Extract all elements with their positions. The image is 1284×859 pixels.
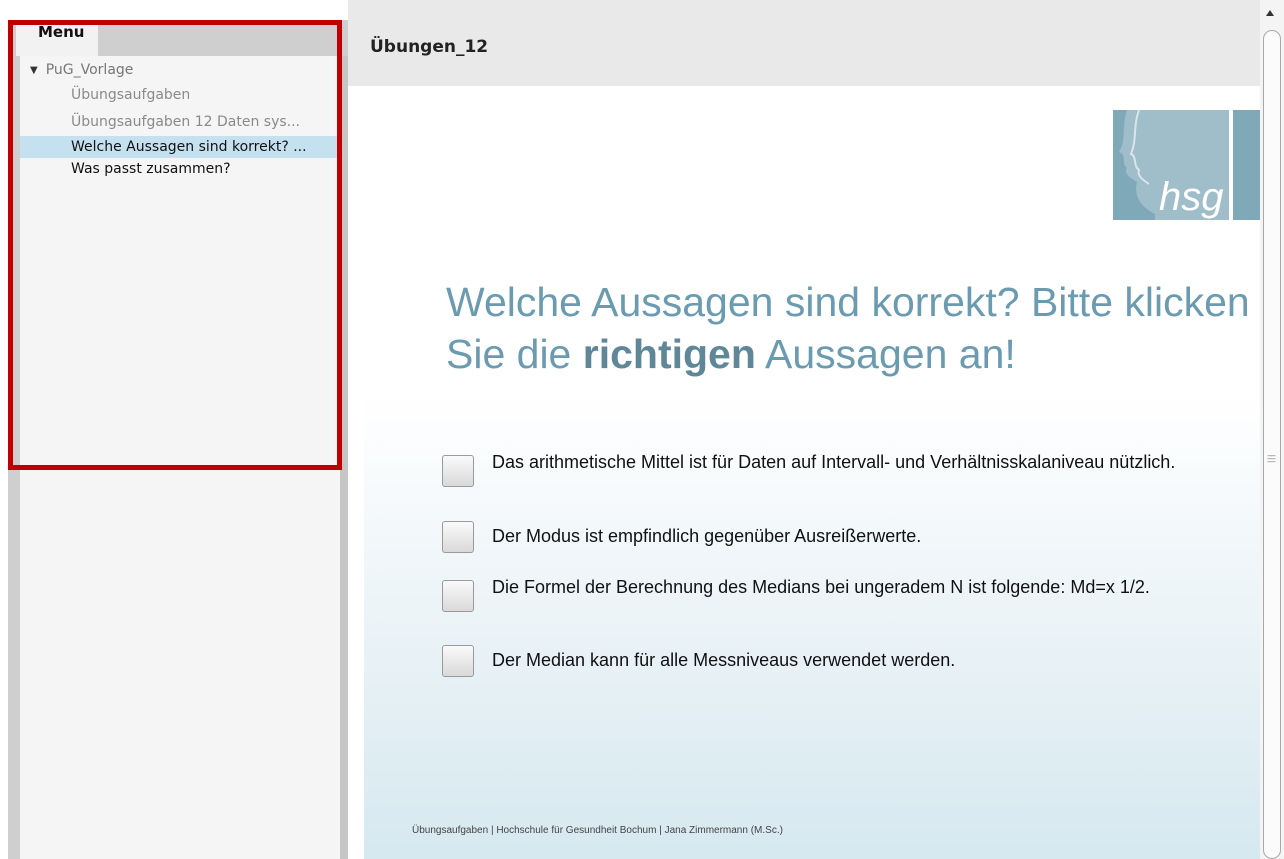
slide-content: hsg Welche Aussagen sind korrekt? Bitte … bbox=[364, 86, 1260, 859]
logo-text: hsg bbox=[1159, 175, 1224, 219]
hsg-logo: hsg bbox=[1113, 110, 1260, 220]
checkbox-option-1[interactable] bbox=[442, 455, 474, 487]
tree-item-was-passt-zusammen[interactable]: Was passt zusammen? bbox=[20, 158, 340, 180]
tab-menu[interactable]: Menu bbox=[16, 20, 98, 56]
triangle-down-icon[interactable]: ▼ bbox=[30, 65, 38, 76]
option-1-label: Das arithmetische Mittel ist für Daten a… bbox=[492, 452, 1176, 472]
sidebar-divider bbox=[340, 56, 348, 859]
grip-lines-icon: — — — bbox=[1267, 451, 1276, 467]
option-4-label: Der Median kann für alle Messniveaus ver… bbox=[492, 650, 956, 670]
main-header: Übungen_12 bbox=[348, 0, 1260, 86]
tab-menu-label: Menu bbox=[38, 23, 85, 41]
scroll-up-arrow-icon[interactable] bbox=[1266, 10, 1274, 16]
question-text-part2: Aussagen an! bbox=[755, 331, 1016, 377]
sidebar-menu: Menu ▼ PuG_Vorlage Übungsaufgaben Übungsa… bbox=[8, 20, 348, 859]
tree-root-label: PuG_Vorlage bbox=[45, 62, 134, 78]
slide-footer: Übungsaufgaben | Hochschule für Gesundhe… bbox=[412, 825, 783, 836]
checkbox-option-3[interactable] bbox=[442, 580, 474, 612]
tree-item-uebungsaufgaben[interactable]: Übungsaufgaben bbox=[20, 84, 340, 106]
scrollbar-thumb[interactable] bbox=[1263, 30, 1281, 859]
option-2-label: Der Modus ist empfindlich gegenüber Ausr… bbox=[492, 526, 922, 546]
tree-root-item[interactable]: ▼ PuG_Vorlage bbox=[30, 62, 133, 78]
page-title: Übungen_12 bbox=[370, 37, 489, 57]
checkbox-option-4[interactable] bbox=[442, 645, 474, 677]
checkbox-option-2[interactable] bbox=[442, 521, 474, 553]
tree-item-welche-aussagen[interactable]: Welche Aussagen sind korrekt? ... bbox=[20, 136, 340, 158]
option-3-label: Die Formel der Berechnung des Medians be… bbox=[492, 577, 1150, 597]
question-text-bold: richtigen bbox=[582, 331, 756, 377]
menu-tree: ▼ PuG_Vorlage Übungsaufgaben Übungsaufgab… bbox=[20, 56, 340, 859]
tree-item-uebungsaufgaben-12[interactable]: Übungsaufgaben 12 Daten sys... bbox=[20, 111, 340, 133]
question-heading: Welche Aussagen sind korrekt? Bitte klic… bbox=[446, 276, 1260, 380]
